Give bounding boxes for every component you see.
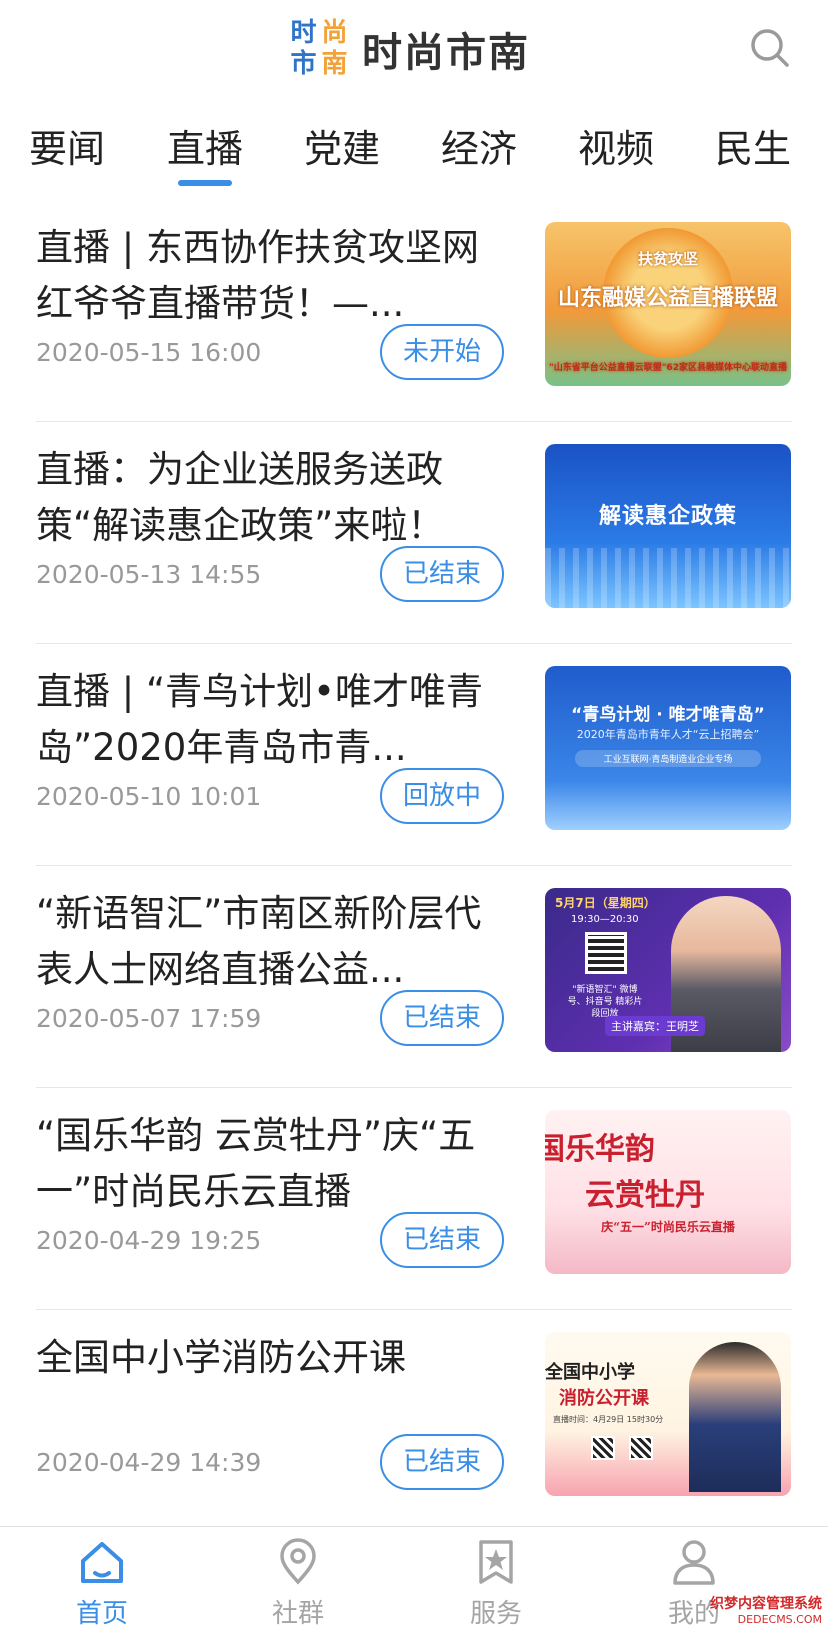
thumb-text: 19:30—20:30	[571, 914, 639, 925]
nav-home[interactable]: 首页	[52, 1537, 152, 1630]
logo-char: 南	[321, 49, 348, 79]
app-root: 时 尚 市 南 时尚市南 要闻 直播 党建 经济 视频 民生 直播 | 东西协作…	[0, 0, 828, 1636]
logo-char: 市	[290, 49, 317, 79]
active-tab-indicator	[178, 180, 232, 186]
tab-yaowen[interactable]: 要闻	[12, 118, 122, 173]
thumb-text: 5月7日（星期四）	[555, 896, 656, 910]
thumb-caption: 解读惠企政策	[598, 504, 737, 529]
status-button[interactable]: 未开始	[380, 324, 504, 380]
status-button[interactable]: 已结束	[380, 1212, 504, 1268]
item-title[interactable]: 直播 | “青鸟计划•唯才唯青岛”2020年青岛市青...	[36, 664, 496, 776]
thumb-text: 扶贫攻坚	[637, 250, 698, 268]
item-thumbnail[interactable]: “青鸟计划 · 唯才唯青岛” 2020年青岛市青年人才“云上招聘会” 工业互联网…	[545, 666, 791, 830]
tab-dangjian[interactable]: 党建	[287, 118, 397, 173]
tab-minsheng[interactable]: 民生	[698, 118, 808, 173]
tab-shipin[interactable]: 视频	[561, 118, 671, 173]
app-name: 时尚市南	[362, 30, 530, 76]
list-item[interactable]: “新语智汇”市南区新阶层代表人士网络直播公益... 2020-05-07 17:…	[36, 866, 792, 1088]
presenter-photo	[689, 1342, 781, 1492]
thumb-caption: 国乐华韵	[545, 1132, 655, 1167]
item-time: 2020-05-07 17:59	[36, 1004, 262, 1033]
item-thumbnail[interactable]: 解读惠企政策	[545, 444, 791, 608]
item-title[interactable]: 直播：为企业送服务送政策“解读惠企政策”来啦！	[36, 442, 496, 554]
location-pin-icon	[280, 1538, 316, 1585]
item-thumbnail[interactable]: 全国中小学 消防公开课 直播时间：4月29日 15时30分	[545, 1332, 791, 1496]
list-item[interactable]: “国乐华韵 云赏牡丹”庆“五一”时尚民乐云直播 2020-04-29 19:25…	[36, 1088, 792, 1310]
nav-label: 首页	[75, 1599, 128, 1629]
item-thumbnail[interactable]: 扶贫攻坚 山东融媒公益直播联盟 "山东省平台公益直播云联盟"62家区县融媒体中心…	[545, 222, 791, 386]
header: 时 尚 市 南 时尚市南	[0, 0, 828, 100]
list-item[interactable]: 直播：为企业送服务送政策“解读惠企政策”来啦！ 2020-05-13 14:55…	[36, 422, 792, 644]
search-icon	[751, 29, 789, 67]
status-button[interactable]: 回放中	[380, 768, 504, 824]
item-title[interactable]: 全国中小学消防公开课	[36, 1330, 496, 1442]
thumb-text: 主讲嘉宾：王明芝	[605, 1016, 705, 1036]
item-title[interactable]: “新语智汇”市南区新阶层代表人士网络直播公益...	[36, 886, 496, 998]
item-thumbnail[interactable]: 5月7日（星期四） 19:30—20:30 "新语智汇" 微博号、抖音号 精彩片…	[545, 888, 791, 1052]
item-time: 2020-04-29 14:39	[36, 1448, 262, 1477]
logo-char: 时	[290, 18, 317, 48]
item-time: 2020-05-15 16:00	[36, 338, 262, 367]
status-button[interactable]: 已结束	[380, 990, 504, 1046]
qr-code-icon	[591, 1436, 615, 1460]
item-title[interactable]: “国乐华韵 云赏牡丹”庆“五一”时尚民乐云直播	[36, 1108, 496, 1220]
site-watermark: 织梦内容管理系统 DEDECMS.COM	[710, 1596, 822, 1628]
item-title[interactable]: 直播 | 东西协作扶贫攻坚网红爷爷直播带货！—...	[36, 220, 496, 332]
item-time: 2020-05-10 10:01	[36, 782, 262, 811]
list-item[interactable]: 直播 | “青鸟计划•唯才唯青岛”2020年青岛市青... 2020-05-10…	[36, 644, 792, 866]
qr-code-icon	[585, 932, 627, 974]
thumb-text: "新语智汇" 微博号、抖音号 精彩片段回放	[567, 985, 643, 1019]
thumb-text: 2020年青岛市青年人才“云上招聘会”	[576, 728, 760, 741]
nav-label: 服务	[469, 1599, 522, 1629]
tab-jingji[interactable]: 经济	[424, 118, 534, 173]
bottom-navigation: 首页 社群 服务 我的 织梦内容管理系统 DEDECMS.COM	[0, 1526, 828, 1636]
status-button[interactable]: 已结束	[380, 1434, 504, 1490]
watermark-line: DEDECMS.COM	[737, 1613, 822, 1626]
city-skyline-decoration	[545, 548, 791, 608]
status-button[interactable]: 已结束	[380, 546, 504, 602]
list-item[interactable]: 直播 | 东西协作扶贫攻坚网红爷爷直播带货！—... 2020-05-15 16…	[36, 200, 792, 422]
search-button[interactable]	[748, 26, 792, 70]
home-icon	[81, 1542, 123, 1583]
nav-service[interactable]: 服务	[446, 1537, 546, 1630]
qr-code-icon	[629, 1436, 653, 1460]
item-time: 2020-04-29 19:25	[36, 1226, 262, 1255]
thumb-text: "山东省平台公益直播云联盟"62家区县融媒体中心联动直播	[549, 363, 787, 373]
item-time: 2020-05-13 14:55	[36, 560, 262, 589]
app-logo: 时 尚 市 南 时尚市南	[288, 18, 530, 80]
item-thumbnail[interactable]: 国乐华韵 云赏牡丹 庆“五一”时尚民乐云直播	[545, 1110, 791, 1274]
category-tabs: 要闻 直播 党建 经济 视频 民生	[0, 108, 828, 188]
logo-mark: 时 尚 市 南	[288, 18, 350, 80]
user-icon	[673, 1540, 715, 1585]
nav-community[interactable]: 社群	[248, 1537, 348, 1630]
bookmark-star-icon	[479, 1540, 513, 1584]
nav-label: 社群	[271, 1599, 324, 1629]
thumb-text: 工业互联网·青岛制造业企业专场	[575, 750, 761, 767]
watermark-line: 织梦内容管理系统	[710, 1596, 822, 1612]
thumb-caption: “青鸟计划 · 唯才唯青岛”	[571, 705, 765, 725]
thumb-caption: 山东融媒公益直播联盟	[557, 286, 778, 311]
list-item[interactable]: 全国中小学消防公开课 2020-04-29 14:39 已结束 全国中小学 消防…	[36, 1310, 792, 1532]
thumb-text: 庆“五一”时尚民乐云直播	[601, 1220, 735, 1234]
thumb-caption: 云赏牡丹	[585, 1178, 705, 1213]
thumb-text: 直播时间：4月29日 15时30分	[553, 1415, 664, 1424]
tab-zhibo[interactable]: 直播	[150, 118, 260, 173]
logo-char: 尚	[321, 18, 348, 48]
